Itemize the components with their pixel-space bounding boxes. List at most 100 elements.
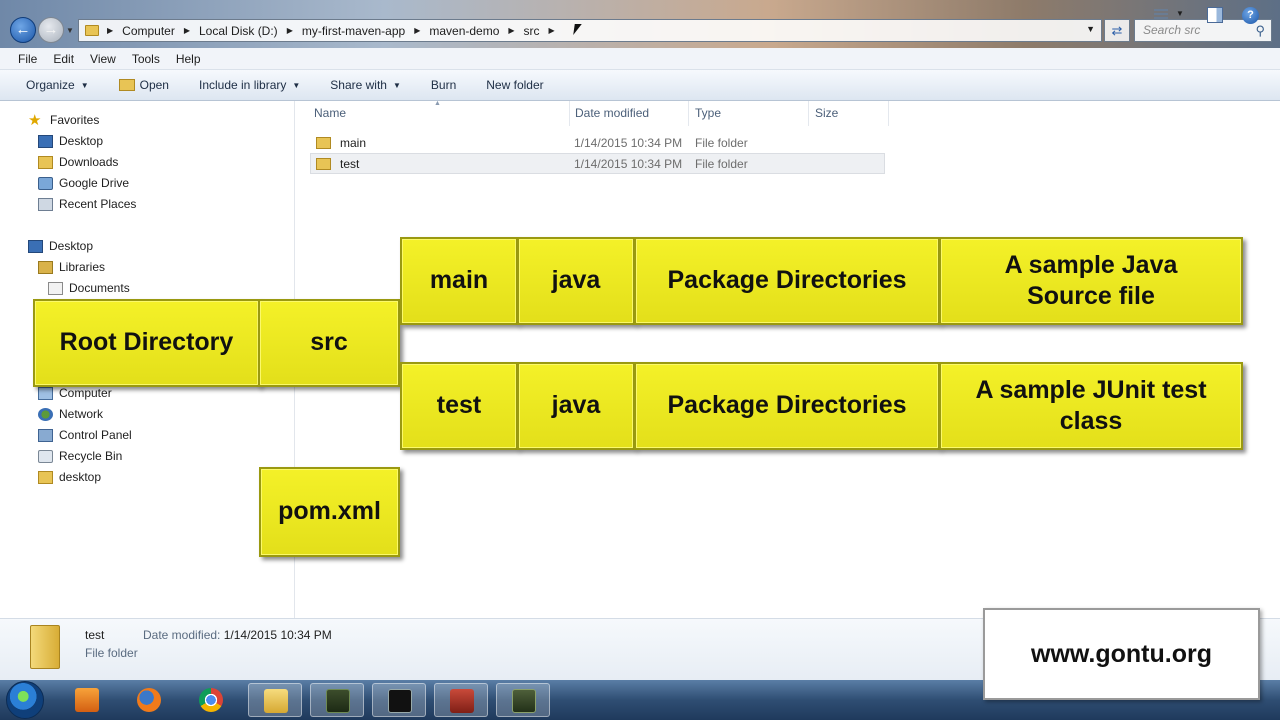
documents-icon xyxy=(48,281,63,295)
file-name: main xyxy=(340,135,367,150)
nav-computer[interactable]: Computer xyxy=(38,386,112,400)
address-bar[interactable]: ▶ Computer ▶ Local Disk (D:) ▶ my-first-… xyxy=(78,19,1102,42)
menu-bar: File Edit View Tools Help xyxy=(0,48,1280,70)
search-icon[interactable]: ⚲ xyxy=(1255,20,1265,41)
command-prompt-taskbar-button[interactable] xyxy=(372,683,426,717)
label-main: main xyxy=(400,237,518,325)
network-icon xyxy=(38,407,53,421)
include-label: Include in library xyxy=(198,78,287,92)
nav-documents[interactable]: Documents xyxy=(48,281,130,295)
firefox-icon xyxy=(137,688,161,712)
breadcrumb-maven-demo[interactable]: maven-demo xyxy=(429,24,499,38)
breadcrumb-my-first-maven-app[interactable]: my-first-maven-app xyxy=(302,24,405,38)
refresh-button[interactable]: ⇄ xyxy=(1104,19,1130,42)
folder-icon xyxy=(30,625,60,669)
file-row-test[interactable]: test 1/14/2015 10:34 PM File folder xyxy=(310,153,885,174)
file-row-main[interactable]: main 1/14/2015 10:34 PM File folder xyxy=(310,132,885,153)
recent-pages-dropdown[interactable]: ▼ xyxy=(66,26,74,35)
nav-recycle-bin[interactable]: Recycle Bin xyxy=(38,449,122,463)
label-sample-java-source: A sample Java Source file xyxy=(939,237,1243,325)
nav-libraries[interactable]: Libraries xyxy=(38,260,105,274)
firefox-taskbar-button[interactable] xyxy=(122,683,176,717)
recorder-taskbar-button[interactable] xyxy=(496,683,550,717)
chevron-right-icon[interactable]: ▶ xyxy=(107,26,113,35)
help-icon[interactable]: ? xyxy=(1242,7,1259,24)
folder-icon xyxy=(316,136,331,149)
nav-network[interactable]: Network xyxy=(38,407,103,421)
label-root-directory: Root Directory xyxy=(33,299,260,387)
recent-places-icon xyxy=(38,197,53,211)
nav-label: Recycle Bin xyxy=(59,449,123,463)
forward-button[interactable]: → xyxy=(38,17,64,43)
chevron-down-icon: ▼ xyxy=(292,80,301,90)
organize-label: Organize xyxy=(26,78,75,92)
chevron-right-icon[interactable]: ▶ xyxy=(287,26,293,35)
chevron-right-icon[interactable]: ▶ xyxy=(184,26,190,35)
label-package-directories-test: Package Directories xyxy=(634,362,940,450)
column-header-size[interactable]: Size xyxy=(810,101,889,126)
application-icon xyxy=(326,689,350,713)
views-icon[interactable] xyxy=(1154,9,1168,21)
chevron-right-icon[interactable]: ▶ xyxy=(414,26,420,35)
nav-label: Downloads xyxy=(59,155,119,169)
column-header-type[interactable]: Type xyxy=(690,101,809,126)
chevron-down-icon: ▼ xyxy=(80,80,89,90)
nav-favorites[interactable]: ★ Favorites xyxy=(28,113,99,128)
column-header-date-modified[interactable]: Date modified xyxy=(570,101,689,126)
folder-icon xyxy=(38,470,53,484)
label-sample-junit-test: A sample JUnit test class xyxy=(939,362,1243,450)
breadcrumb-computer[interactable]: Computer xyxy=(122,24,175,38)
file-date: 1/14/2015 10:34 PM xyxy=(574,156,683,171)
nav-desktop-favorite[interactable]: Desktop xyxy=(38,134,103,148)
libraries-icon xyxy=(38,260,53,274)
sort-ascending-icon: ▲ xyxy=(434,100,441,107)
details-modified-value: 1/14/2015 10:34 PM xyxy=(223,628,332,642)
explorer-taskbar-button[interactable] xyxy=(248,683,302,717)
share-label: Share with xyxy=(330,78,387,92)
nav-downloads[interactable]: Downloads xyxy=(38,155,118,169)
folder-icon xyxy=(316,157,331,170)
include-in-library-button[interactable]: Include in library ▼ xyxy=(199,78,300,92)
burn-label: Burn xyxy=(430,78,457,92)
back-button[interactable]: ← xyxy=(10,17,36,43)
breadcrumb-src[interactable]: src xyxy=(524,24,540,38)
organize-button[interactable]: Organize ▼ xyxy=(26,78,89,92)
nav-desktop[interactable]: Desktop xyxy=(28,239,93,253)
chevron-down-icon: ▼ xyxy=(392,80,401,90)
chrome-taskbar-button[interactable] xyxy=(184,683,238,717)
search-placeholder: Search src xyxy=(1143,23,1201,37)
open-button[interactable]: Open xyxy=(118,78,169,92)
editor-taskbar-button[interactable] xyxy=(434,683,488,717)
label-package-directories-main: Package Directories xyxy=(634,237,940,325)
nav-google-drive[interactable]: Google Drive xyxy=(38,176,129,190)
share-with-button[interactable]: Share with ▼ xyxy=(330,78,401,92)
nav-label: Recent Places xyxy=(59,197,137,211)
media-player-icon xyxy=(75,688,99,712)
nav-desktop-folder[interactable]: desktop xyxy=(38,470,101,484)
preview-pane-icon[interactable] xyxy=(1207,7,1223,23)
nav-recent-places[interactable]: Recent Places xyxy=(38,197,136,211)
new-folder-button[interactable]: New folder xyxy=(486,78,543,92)
control-panel-icon xyxy=(38,428,53,442)
menu-edit[interactable]: Edit xyxy=(53,52,74,66)
details-name: test xyxy=(85,628,105,642)
chevron-right-icon[interactable]: ▶ xyxy=(508,26,514,35)
breadcrumb: ▶ Computer ▶ Local Disk (D:) ▶ my-first-… xyxy=(107,24,564,38)
menu-tools[interactable]: Tools xyxy=(132,52,160,66)
breadcrumb-local-disk[interactable]: Local Disk (D:) xyxy=(199,24,278,38)
media-player-taskbar-button[interactable] xyxy=(60,683,114,717)
details-modified: Date modified: 1/14/2015 10:34 PM xyxy=(143,628,332,642)
address-dropdown-icon[interactable]: ▼ xyxy=(1086,24,1095,34)
file-type: File folder xyxy=(695,156,748,171)
menu-help[interactable]: Help xyxy=(176,52,201,66)
nav-control-panel[interactable]: Control Panel xyxy=(38,428,132,442)
burn-button[interactable]: Burn xyxy=(431,78,456,92)
menu-view[interactable]: View xyxy=(90,52,116,66)
app-taskbar-button[interactable] xyxy=(310,683,364,717)
menu-file[interactable]: File xyxy=(18,52,37,66)
command-bar: Organize ▼ Open Include in library ▼ Share… xyxy=(0,70,1280,101)
start-button[interactable] xyxy=(6,681,44,719)
chevron-right-icon[interactable]: ▶ xyxy=(549,26,555,35)
nav-label: Libraries xyxy=(59,260,106,274)
chevron-down-icon[interactable]: ▼ xyxy=(1176,9,1184,18)
